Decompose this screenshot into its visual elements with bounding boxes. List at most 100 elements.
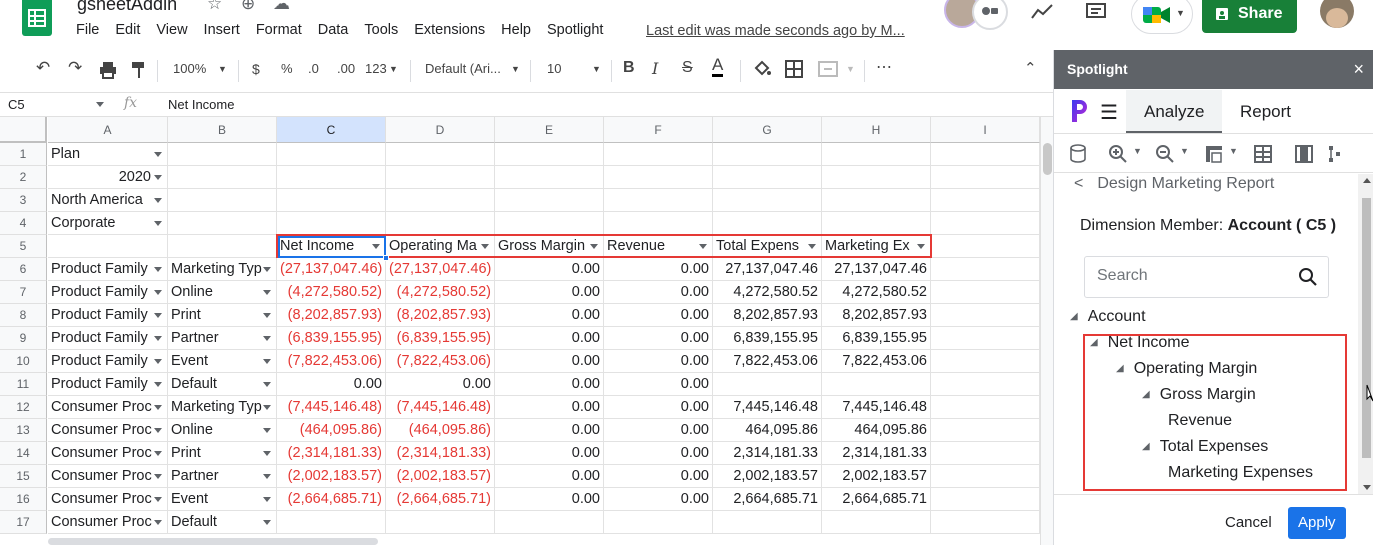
spreadsheet-grid[interactable]: A B C D E F G H I 1 2 3 4 5 6 7 8 9 10 11 12 13 14 15 16 17 Plan 20… <box>0 117 1040 545</box>
row-header-17[interactable]: 17 <box>0 511 47 534</box>
zoom-dropdown-icon[interactable]: ▼ <box>218 64 227 74</box>
cell-d15[interactable]: (2,002,183.57) <box>386 465 495 488</box>
comment-avatar-icon[interactable] <box>972 0 1008 30</box>
menu-file[interactable]: File <box>76 22 99 38</box>
menu-insert[interactable]: Insert <box>204 22 240 38</box>
cell-dropdown-icon[interactable] <box>699 244 707 249</box>
cell-a14[interactable]: Consumer Proc <box>48 442 168 465</box>
grid-cell[interactable] <box>822 212 931 235</box>
hierarchy-icon[interactable] <box>1328 144 1342 164</box>
cell-f11[interactable]: 0.00 <box>604 373 713 396</box>
cell-d17[interactable] <box>386 511 495 534</box>
row-header-16[interactable]: 16 <box>0 488 47 511</box>
cell-f9[interactable]: 0.00 <box>604 327 713 350</box>
move-folder-icon[interactable]: ⊕ <box>241 0 255 14</box>
film-strip-icon[interactable] <box>1294 144 1314 164</box>
cell-c15[interactable]: (2,002,183.57) <box>277 465 386 488</box>
percent-format-button[interactable]: % <box>281 61 293 76</box>
panel-scroll-thumb[interactable] <box>1362 198 1371 458</box>
cell-a10[interactable]: Product Family <box>48 350 168 373</box>
cell-e6[interactable]: 0.00 <box>495 258 604 281</box>
pivot-icon[interactable] <box>1204 144 1224 164</box>
cell-dropdown-icon[interactable] <box>154 428 162 433</box>
row-header-10[interactable]: 10 <box>0 350 47 373</box>
cell-c11[interactable]: 0.00 <box>277 373 386 396</box>
expand-toggle-icon[interactable]: ◢ <box>1070 311 1078 322</box>
user-avatar[interactable] <box>1320 0 1354 28</box>
print-icon[interactable] <box>98 60 118 80</box>
scroll-up-icon[interactable] <box>1363 178 1371 183</box>
cell-a3[interactable]: North America <box>48 189 168 212</box>
zoom-in-icon[interactable] <box>1108 144 1128 164</box>
cell-c7[interactable]: (4,272,580.52) <box>277 281 386 304</box>
cell-h11[interactable] <box>822 373 931 396</box>
grid-cell[interactable] <box>931 258 1040 281</box>
cell-a17[interactable]: Consumer Proc <box>48 511 168 534</box>
cell-dropdown-icon[interactable] <box>590 244 598 249</box>
row-header-2[interactable]: 2 <box>0 166 47 189</box>
cell-f14[interactable]: 0.00 <box>604 442 713 465</box>
cell-dropdown-icon[interactable] <box>808 244 816 249</box>
row-header-7[interactable]: 7 <box>0 281 47 304</box>
tab-report[interactable]: Report <box>1222 90 1309 133</box>
cell-c10[interactable]: (7,822,453.06) <box>277 350 386 373</box>
zoom-out-icon[interactable] <box>1155 144 1175 164</box>
more-formats-dropdown-icon[interactable]: ▼ <box>389 64 398 74</box>
row-header-3[interactable]: 3 <box>0 189 47 212</box>
menu-help[interactable]: Help <box>501 22 531 38</box>
cell-h7[interactable]: 4,272,580.52 <box>822 281 931 304</box>
cell-dropdown-icon[interactable] <box>263 382 271 387</box>
cell-h8[interactable]: 8,202,857.93 <box>822 304 931 327</box>
cell-dropdown-icon[interactable] <box>154 497 162 502</box>
grid-cell[interactable] <box>713 166 822 189</box>
column-header-f[interactable]: F <box>604 117 713 143</box>
search-icon[interactable] <box>1298 267 1318 287</box>
cell-h12[interactable]: 7,445,146.48 <box>822 396 931 419</box>
cell-dropdown-icon[interactable] <box>154 152 162 157</box>
cell-dropdown-icon[interactable] <box>154 382 162 387</box>
grid-cell[interactable] <box>386 189 495 212</box>
cell-b16[interactable]: Event <box>168 488 277 511</box>
grid-vertical-scrollbar[interactable] <box>1040 117 1053 545</box>
fill-color-icon[interactable] <box>752 60 772 80</box>
menu-view[interactable]: View <box>156 22 187 38</box>
cell-e11[interactable]: 0.00 <box>495 373 604 396</box>
cell-dropdown-icon[interactable] <box>263 497 271 502</box>
cell-g13[interactable]: 464,095.86 <box>713 419 822 442</box>
cell-c9[interactable]: (6,839,155.95) <box>277 327 386 350</box>
zoom-out-dropdown-icon[interactable]: ▼ <box>1180 146 1189 156</box>
cell-c14[interactable]: (2,314,181.33) <box>277 442 386 465</box>
paint-format-icon[interactable] <box>130 60 148 80</box>
cell-f16[interactable]: 0.00 <box>604 488 713 511</box>
cell-f12[interactable]: 0.00 <box>604 396 713 419</box>
column-header-b[interactable]: B <box>168 117 277 143</box>
text-color-button[interactable]: A <box>712 56 724 77</box>
column-header-h[interactable]: H <box>822 117 931 143</box>
grid-cell[interactable] <box>277 212 386 235</box>
grid-cell[interactable] <box>931 350 1040 373</box>
cell-b11[interactable]: Default <box>168 373 277 396</box>
scroll-down-icon[interactable] <box>1363 485 1371 490</box>
cell-f10[interactable]: 0.00 <box>604 350 713 373</box>
cell-dropdown-icon[interactable] <box>154 520 162 525</box>
grid-cell[interactable] <box>386 212 495 235</box>
grid-cell[interactable] <box>931 396 1040 419</box>
cell-g16[interactable]: 2,664,685.71 <box>713 488 822 511</box>
cell-dropdown-icon[interactable] <box>154 267 162 272</box>
cell-a7[interactable]: Product Family <box>48 281 168 304</box>
cell-dropdown-icon[interactable] <box>154 221 162 226</box>
cell-c12[interactable]: (7,445,146.48) <box>277 396 386 419</box>
cell-g15[interactable]: 2,002,183.57 <box>713 465 822 488</box>
grid-cell[interactable] <box>386 143 495 166</box>
currency-format-button[interactable]: $ <box>252 61 260 77</box>
collaborator-avatars[interactable] <box>944 0 1010 34</box>
grid-cell[interactable] <box>931 488 1040 511</box>
cell-b2[interactable] <box>168 166 277 189</box>
grid-cell[interactable] <box>931 189 1040 212</box>
cell-f15[interactable]: 0.00 <box>604 465 713 488</box>
cell-e12[interactable]: 0.00 <box>495 396 604 419</box>
grid-cell[interactable] <box>604 212 713 235</box>
grid-cell[interactable] <box>713 143 822 166</box>
bold-button[interactable]: B <box>623 59 635 77</box>
cell-a5[interactable] <box>48 235 168 258</box>
